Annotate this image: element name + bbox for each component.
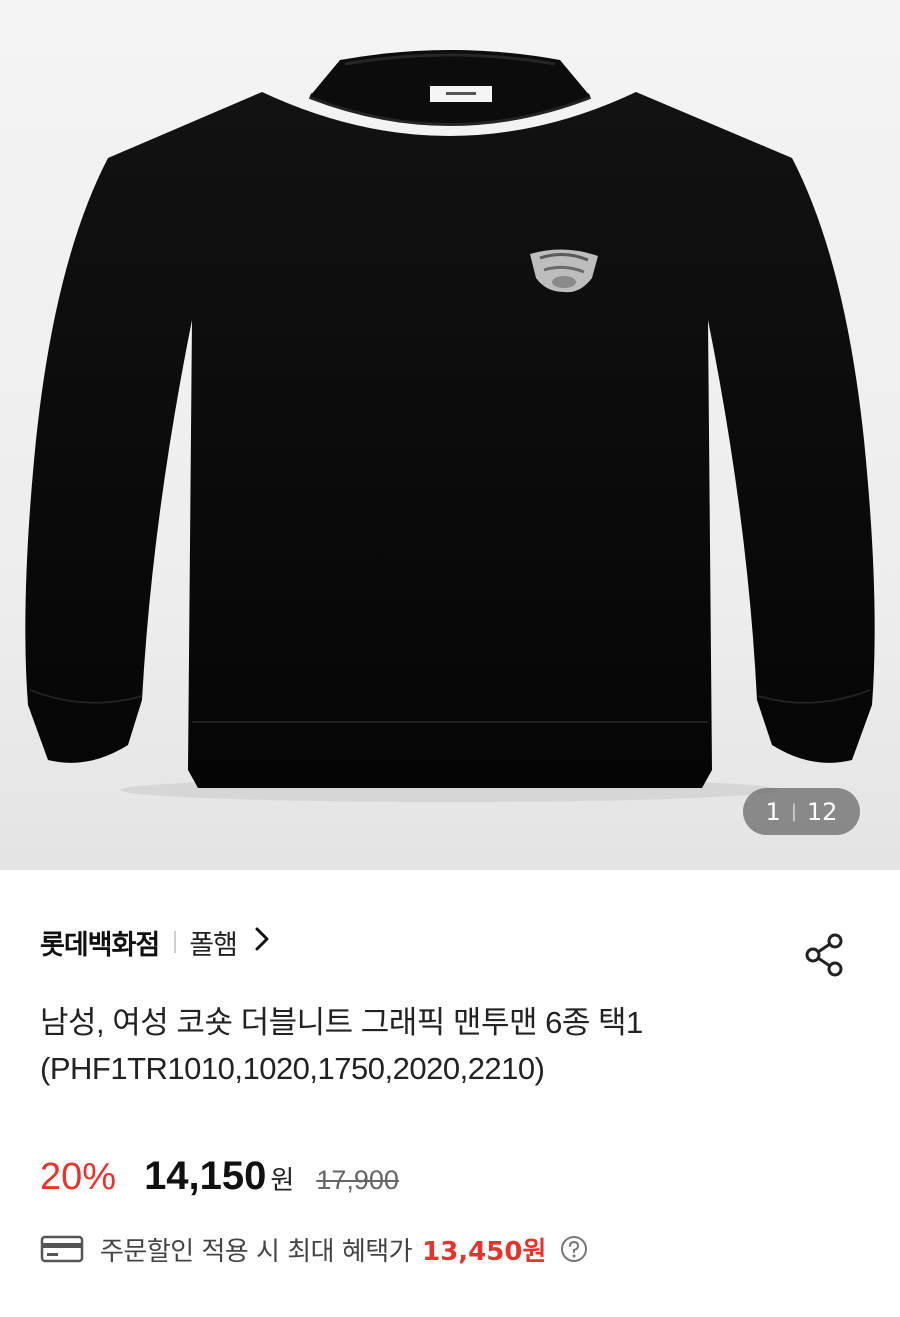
- product-title-line1: 남성, 여성 코숏 더블니트 그래픽 맨투맨 6종 택1: [40, 1005, 643, 1040]
- brand-link[interactable]: 롯데백화점 폴햄: [40, 922, 271, 962]
- brand-divider: [174, 931, 177, 953]
- product-image-gallery[interactable]: 1 | 12: [0, 0, 900, 870]
- product-info: 롯데백화점 폴햄 남성, 여성 코숏 더블니트 그래픽 맨투맨 6종 택1 (P…: [0, 870, 900, 1317]
- original-price: 17,900: [316, 1165, 399, 1195]
- brand-name[interactable]: 폴햄: [189, 923, 238, 962]
- sale-price: 14,150: [144, 1154, 267, 1198]
- benefit-text: 주문할인 적용 시 최대 혜택가: [100, 1236, 413, 1267]
- benefit-amount: 13,450원: [422, 1236, 547, 1267]
- discount-rate: 20%: [40, 1156, 117, 1198]
- image-counter: 1 | 12: [743, 788, 860, 835]
- image-counter-current: 1: [765, 797, 781, 826]
- share-icon[interactable]: [803, 932, 849, 978]
- image-counter-total: 12: [806, 797, 838, 826]
- question-circle-icon[interactable]: [560, 1235, 588, 1263]
- benefit-row: 주문할인 적용 시 최대 혜택가 13,450원: [40, 1228, 588, 1270]
- image-counter-separator: |: [790, 801, 797, 822]
- store-name[interactable]: 롯데백화점: [40, 923, 160, 962]
- product-title: 남성, 여성 코숏 더블니트 그래픽 맨투맨 6종 택1 (PHF1TR1010…: [40, 1000, 860, 1092]
- chevron-right-icon: [253, 926, 271, 958]
- price-row: 20% 14,150 원 17,900: [40, 1154, 399, 1208]
- card-icon: [40, 1234, 84, 1264]
- product-title-line2: (PHF1TR1010,1020,1750,2020,2210): [40, 1051, 545, 1086]
- currency-unit: 원: [270, 1166, 295, 1196]
- product-image: [25, 50, 875, 802]
